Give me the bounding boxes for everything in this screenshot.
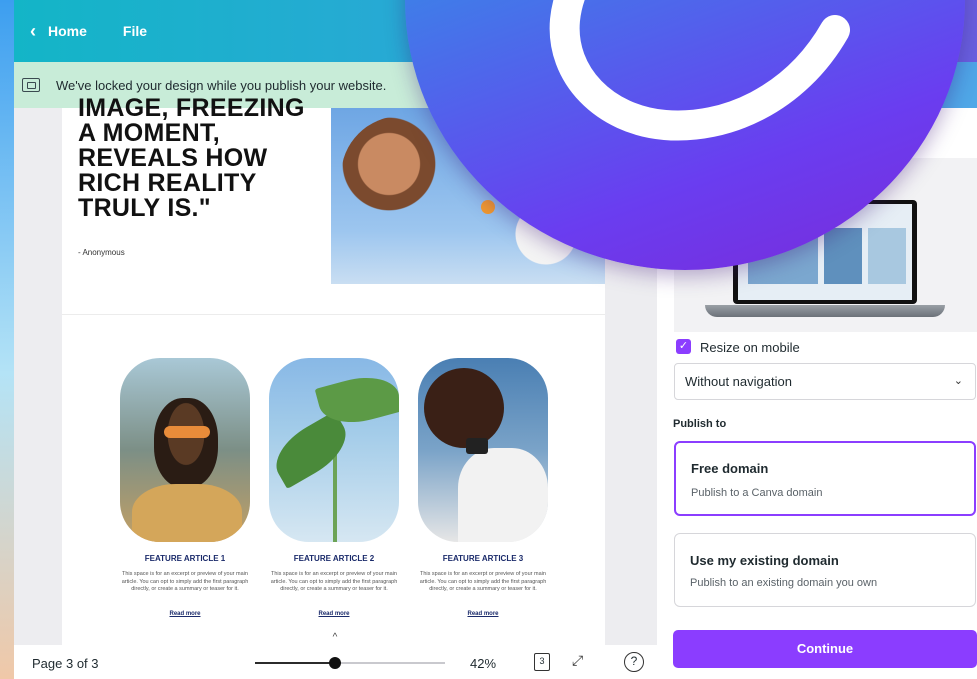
lock-banner-text: We've locked your design while you publi… — [56, 77, 387, 93]
file-menu-button[interactable]: File — [123, 23, 147, 39]
portrait-glasses — [164, 426, 210, 438]
existing-domain-title: Use my existing domain — [690, 553, 839, 568]
article-photo-2 — [269, 358, 399, 542]
continue-button[interactable]: Continue — [673, 630, 977, 668]
article-title-2: FEATURE ARTICLE 2 — [293, 554, 375, 563]
zoom-slider-handle[interactable] — [329, 657, 341, 669]
existing-domain-option[interactable]: Use my existing domain Publish to an exi… — [674, 533, 976, 607]
section-divider — [62, 314, 605, 315]
resize-label: Resize on mobile — [700, 340, 800, 355]
portrait-shirt — [458, 448, 548, 542]
free-domain-title: Free domain — [691, 461, 769, 476]
navigation-select-value: Without navigation — [685, 374, 792, 389]
free-domain-option[interactable]: Free domain Publish to a Canva domain — [674, 441, 976, 516]
article-body-2: This space is for an excerpt or preview … — [270, 571, 398, 592]
existing-domain-subtitle: Publish to an existing domain you own — [690, 577, 878, 589]
pages-icon[interactable]: 3 — [534, 653, 550, 671]
chevron-left-icon[interactable]: ‹ — [30, 22, 36, 40]
resize-checkbox[interactable]: ✓ — [676, 339, 691, 354]
editor-bottombar: Page 3 of 3 42% 3 ⤢ ? — [14, 645, 657, 679]
read-more-link-1[interactable]: Read more — [110, 611, 260, 617]
lock-screen-icon — [22, 78, 40, 92]
quote-heading: IMAGE, FREEZING A MOMENT, REVEALS HOW RI… — [78, 94, 305, 222]
laptop-base — [705, 305, 945, 317]
help-icon[interactable]: ? — [624, 652, 644, 672]
article-body-1: This space is for an excerpt or preview … — [121, 571, 249, 592]
free-domain-subtitle: Publish to a Canva domain — [691, 487, 823, 499]
canva-logo-overlay — [405, 0, 965, 270]
navigation-select[interactable]: Without navigation ⌄ — [674, 363, 976, 400]
zoom-slider[interactable] — [255, 662, 445, 664]
quote-attribution: - Anonymous — [78, 248, 125, 257]
portrait-face — [154, 398, 218, 488]
read-more-link-2[interactable]: Read more — [259, 611, 409, 617]
home-button[interactable]: Home — [48, 23, 87, 39]
c-logo-icon — [549, 0, 850, 141]
article-photo-1 — [120, 358, 250, 542]
plant-leaf — [269, 410, 357, 490]
page-indicator[interactable]: Page 3 of 3 — [32, 656, 99, 671]
fullscreen-icon[interactable]: ⤢ — [572, 652, 583, 669]
portrait-shirt — [132, 484, 242, 542]
article-photo-3 — [418, 358, 548, 542]
zoom-slider-fill — [255, 662, 335, 664]
zoom-value[interactable]: 42% — [470, 656, 496, 671]
portrait-hair — [424, 368, 504, 448]
camera-icon — [466, 438, 488, 454]
publish-to-heading: Publish to — [673, 418, 727, 430]
article-title-3: FEATURE ARTICLE 3 — [442, 554, 524, 563]
read-more-link-3[interactable]: Read more — [408, 611, 558, 617]
chevron-down-icon: ⌄ — [953, 375, 963, 387]
article-title-1: FEATURE ARTICLE 1 — [144, 554, 226, 563]
article-body-3: This space is for an excerpt or preview … — [419, 571, 547, 592]
